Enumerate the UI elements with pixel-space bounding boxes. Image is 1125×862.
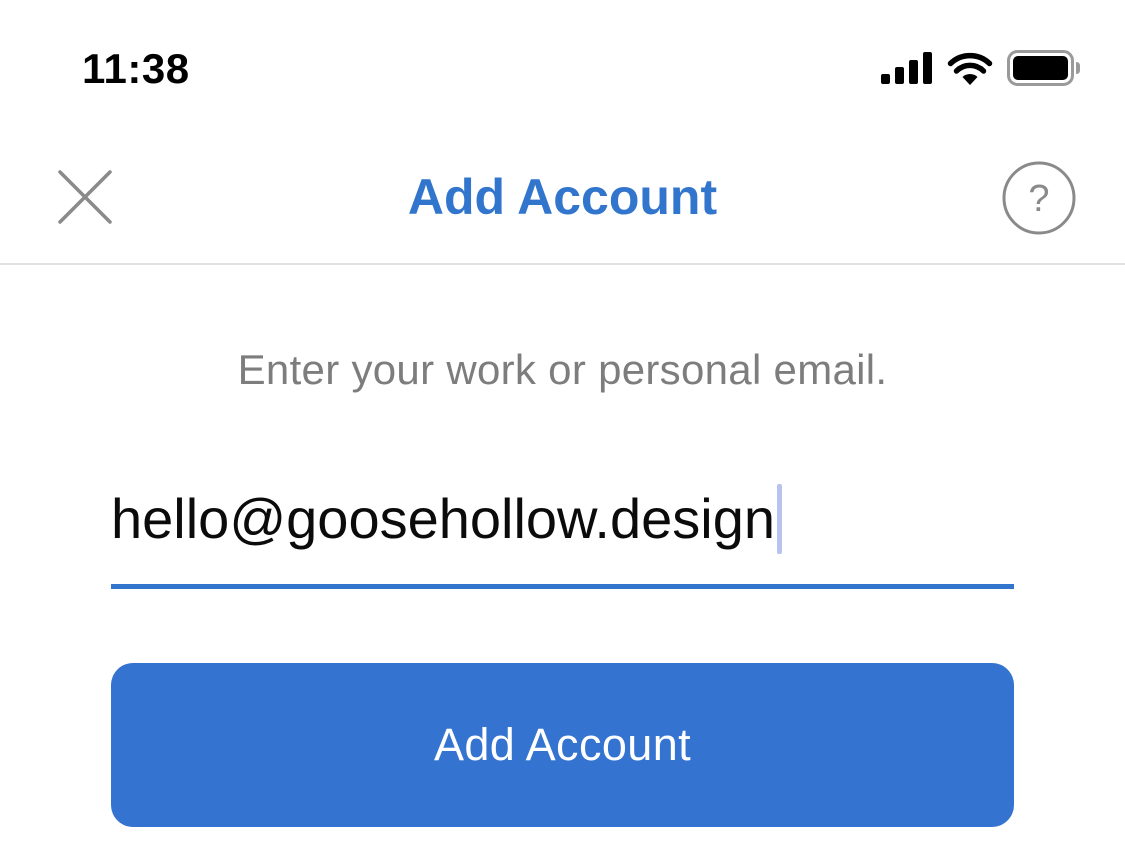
email-field-underline <box>111 584 1014 589</box>
svg-text:?: ? <box>1028 178 1049 220</box>
cellular-signal-icon <box>881 51 933 89</box>
email-field[interactable]: hello@goosehollow.design <box>111 478 1014 590</box>
add-account-button[interactable]: Add Account <box>111 663 1014 827</box>
text-caret <box>777 484 782 554</box>
help-icon: ? <box>1002 161 1076 235</box>
email-prompt: Enter your work or personal email. <box>237 346 888 393</box>
battery-icon <box>1007 49 1081 91</box>
close-icon <box>58 170 112 224</box>
help-button[interactable]: ? <box>1002 161 1076 235</box>
status-time: 11:38 <box>82 45 190 92</box>
status-icons <box>881 49 1081 91</box>
close-button[interactable] <box>56 168 114 226</box>
wifi-icon <box>947 51 993 90</box>
email-value: hello@goosehollow.design <box>111 487 775 550</box>
nav-divider <box>0 263 1125 265</box>
page-title: Add Account <box>407 169 718 225</box>
